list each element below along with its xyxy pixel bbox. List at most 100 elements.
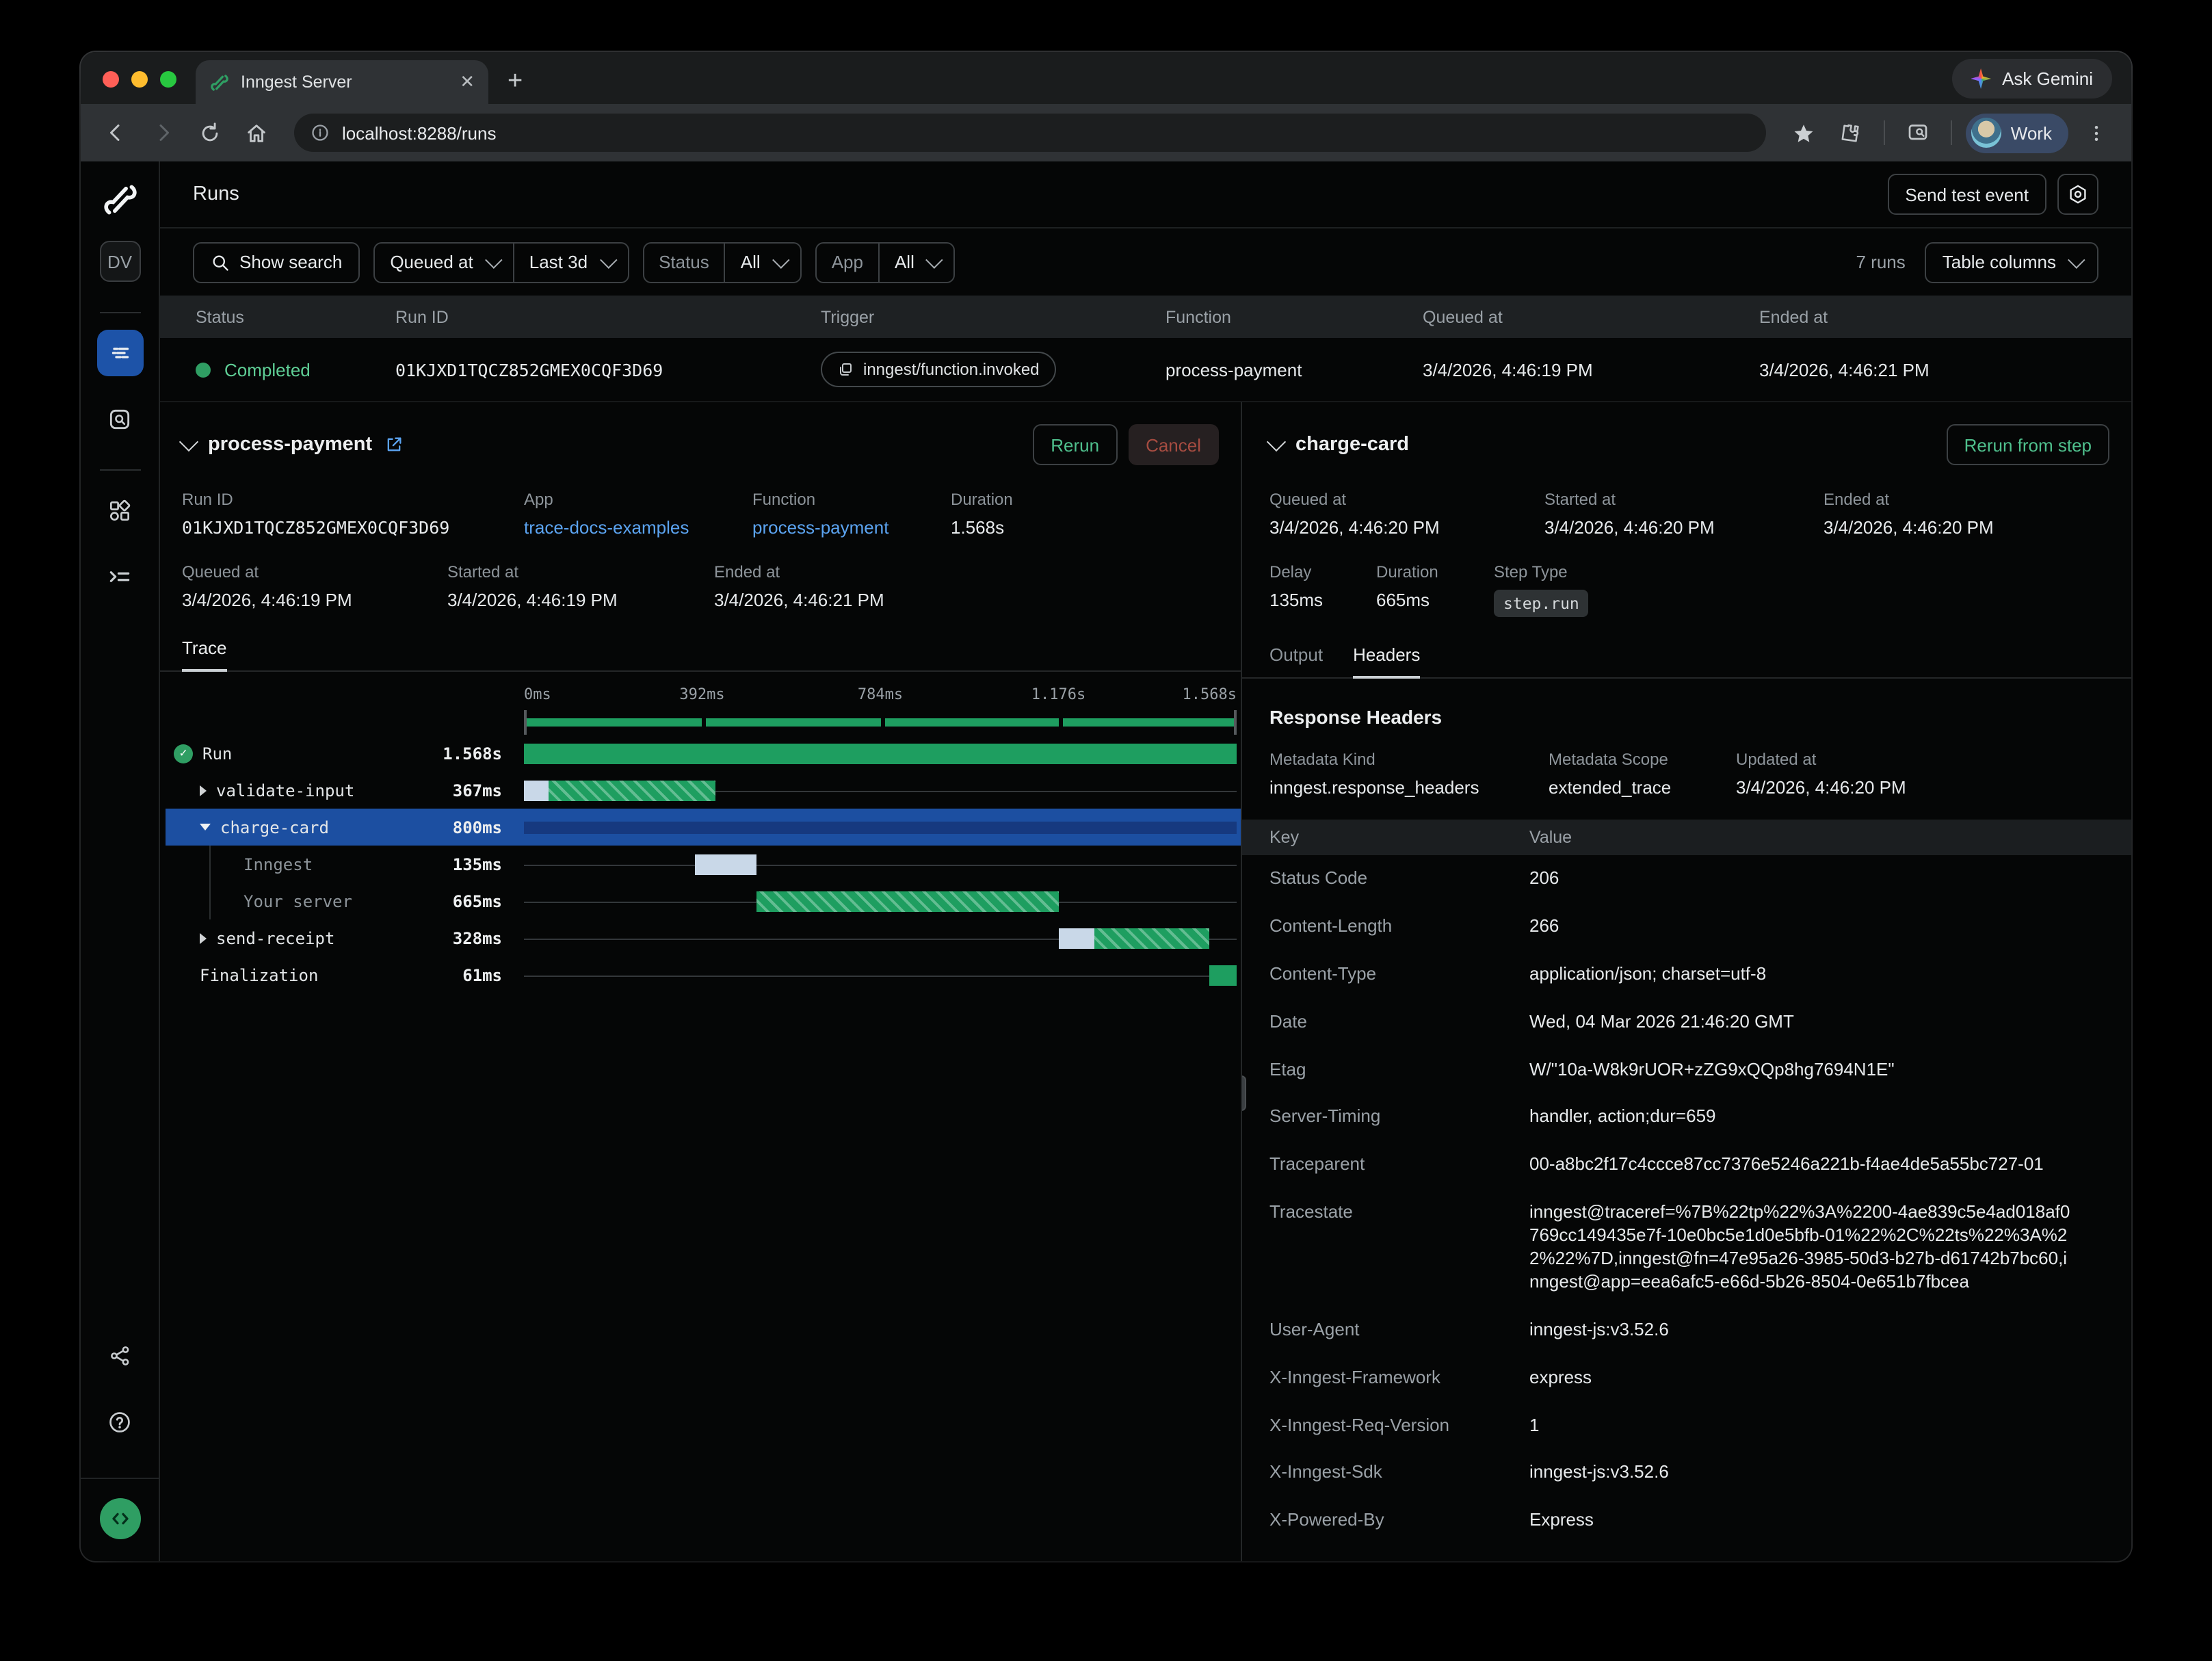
collapse-run-chevron-icon[interactable] (179, 432, 198, 452)
cancel-button[interactable]: Cancel (1128, 424, 1219, 465)
table-columns-button[interactable]: Table columns (1925, 241, 2098, 283)
app-filter-value[interactable]: All (878, 243, 954, 281)
headers-table-header: Key Value (1242, 820, 2131, 855)
queued-at-filter[interactable]: Queued at (375, 243, 512, 281)
trace-row-finalization[interactable]: Finalization61ms (166, 956, 1241, 993)
axis-tick-label: 784ms (858, 685, 903, 703)
help-icon[interactable] (96, 1398, 143, 1445)
status-completed-dot-icon (196, 362, 211, 377)
site-info-icon[interactable] (311, 123, 330, 142)
tab-close-icon[interactable]: ✕ (460, 71, 475, 93)
rerun-from-step-button[interactable]: Rerun from step (1947, 424, 2109, 465)
headers-table-body: Status Code206Content-Length266Content-T… (1242, 855, 2131, 1545)
rerun-button[interactable]: Rerun (1033, 424, 1117, 465)
tab-headers[interactable]: Headers (1353, 644, 1420, 677)
url-text: localhost:8288/runs (342, 122, 497, 143)
bookmark-star-icon[interactable] (1785, 114, 1823, 152)
tab-output[interactable]: Output (1269, 644, 1323, 677)
send-test-event-button[interactable]: Send test event (1887, 174, 2046, 215)
workspace-badge[interactable]: DV (99, 241, 140, 282)
trace-minimap[interactable] (524, 710, 1237, 735)
reload-button[interactable] (190, 114, 228, 152)
expand-caret-icon[interactable] (200, 932, 207, 943)
home-button[interactable] (237, 114, 275, 152)
new-tab-button[interactable]: + (508, 67, 523, 97)
browser-tabstrip: Inngest Server ✕ + Ask Gemini (81, 52, 2131, 104)
toolbar-separator (1951, 120, 1952, 145)
span-duration: 367ms (453, 781, 502, 800)
profile-label: Work (2011, 122, 2052, 143)
filter-bar: Show search Queued at Last 3d Status All… (160, 228, 2131, 296)
trace-row-validate-input[interactable]: validate-input367ms (166, 772, 1241, 809)
ask-gemini-button[interactable]: Ask Gemini (1951, 59, 2112, 99)
trace-row-inngest[interactable]: Inngest135ms (166, 846, 1241, 882)
forward-button[interactable] (144, 114, 182, 152)
main-content: Runs Send test event Show search Que (160, 161, 2131, 1561)
step-started-at-value: 3/4/2026, 4:46:20 PM (1544, 517, 1823, 538)
inngest-logo-icon (101, 181, 139, 219)
app-link[interactable]: trace-docs-examples (524, 517, 752, 538)
sidebar-item-events[interactable] (96, 395, 143, 442)
extensions-icon[interactable] (1832, 114, 1870, 152)
trigger-badge[interactable]: inngest/function.invoked (821, 352, 1056, 387)
sidebar-item-runs[interactable] (96, 330, 143, 376)
close-window-button[interactable] (103, 71, 119, 88)
header-value: Express (1529, 1510, 2074, 1533)
run-detail-panel: process-payment Rerun Cancel Run ID 01KJ… (160, 402, 1242, 1561)
span-name: charge-card (220, 818, 329, 837)
column-header: Status (196, 307, 395, 326)
header-key: Tracestate (1269, 1201, 1529, 1222)
span-name: Finalization (200, 965, 318, 984)
run-detail-split: process-payment Rerun Cancel Run ID 01KJ… (160, 402, 2131, 1561)
external-link-icon[interactable] (384, 435, 404, 454)
address-bar[interactable]: localhost:8288/runs (294, 114, 1766, 152)
header-row: User-Agentinngest-js:v3.52.6 (1242, 1307, 2131, 1355)
zoom-window-button[interactable] (160, 71, 176, 88)
header-value: inngest-js:v3.52.6 (1529, 1319, 2074, 1342)
tab-title: Inngest Server (241, 73, 449, 92)
browser-tab[interactable]: Inngest Server ✕ (196, 60, 488, 104)
status-filter-value[interactable]: All (724, 243, 800, 281)
trace-row-charge-card[interactable]: charge-card800ms (166, 809, 1241, 846)
trace-row-send-receipt[interactable]: send-receipt328ms (166, 919, 1241, 956)
chevron-down-icon (772, 251, 789, 268)
header-key: Status Code (1269, 867, 1529, 888)
tab-trace[interactable]: Trace (182, 638, 227, 670)
chevron-down-icon (926, 251, 943, 268)
function-link[interactable]: process-payment (752, 517, 951, 538)
browser-menu-icon[interactable] (2077, 114, 2115, 152)
run-queued-at: 3/4/2026, 4:46:19 PM (1423, 359, 1759, 380)
panel-resize-handle[interactable] (1242, 1075, 1246, 1111)
header-row: X-Inngest-Req-Version1 (1242, 1402, 2131, 1450)
value-column-header: Value (1529, 828, 2131, 847)
step-ended-at-value: 3/4/2026, 4:46:20 PM (1823, 517, 2104, 538)
profile-chip[interactable]: Work (1966, 113, 2068, 153)
collapse-step-chevron-icon[interactable] (1267, 432, 1286, 452)
trace-row-run[interactable]: ✓Run1.568s (166, 735, 1241, 772)
back-button[interactable] (97, 114, 135, 152)
window-controls[interactable] (103, 71, 176, 88)
collapse-caret-icon[interactable] (200, 824, 211, 830)
minimize-window-button[interactable] (131, 71, 148, 88)
header-value: inngest@traceref=%7B%22tp%22%3A%2200-4ae… (1529, 1201, 2074, 1294)
show-search-button[interactable]: Show search (193, 241, 360, 283)
axis-tick-label: 392ms (679, 685, 724, 703)
sidebar-item-apps[interactable] (96, 487, 143, 534)
expand-caret-icon[interactable] (200, 785, 207, 796)
span-track (524, 882, 1237, 919)
side-panel-search-icon[interactable] (1899, 114, 1937, 152)
span-segment-hatched (1095, 928, 1209, 948)
header-value: 206 (1529, 867, 2074, 891)
dev-server-status-icon[interactable] (99, 1498, 140, 1539)
sidebar-item-functions[interactable] (96, 553, 143, 599)
header-key: X-Inngest-Sdk (1269, 1462, 1529, 1482)
trace-row-your-server[interactable]: Your server665ms (166, 882, 1241, 919)
updated-at-value: 3/4/2026, 4:46:20 PM (1736, 777, 2104, 798)
table-row[interactable]: Completed 01KJXD1TQCZ852GMEX0CQF3D69 inn… (160, 338, 2131, 402)
header-key: Date (1269, 1010, 1529, 1031)
settings-button[interactable] (2057, 174, 2098, 215)
time-range-filter[interactable]: Last 3d (513, 243, 627, 281)
app-filter-group: App All (815, 241, 956, 283)
inngest-app: DV (81, 161, 2131, 1561)
share-icon[interactable] (96, 1333, 143, 1379)
